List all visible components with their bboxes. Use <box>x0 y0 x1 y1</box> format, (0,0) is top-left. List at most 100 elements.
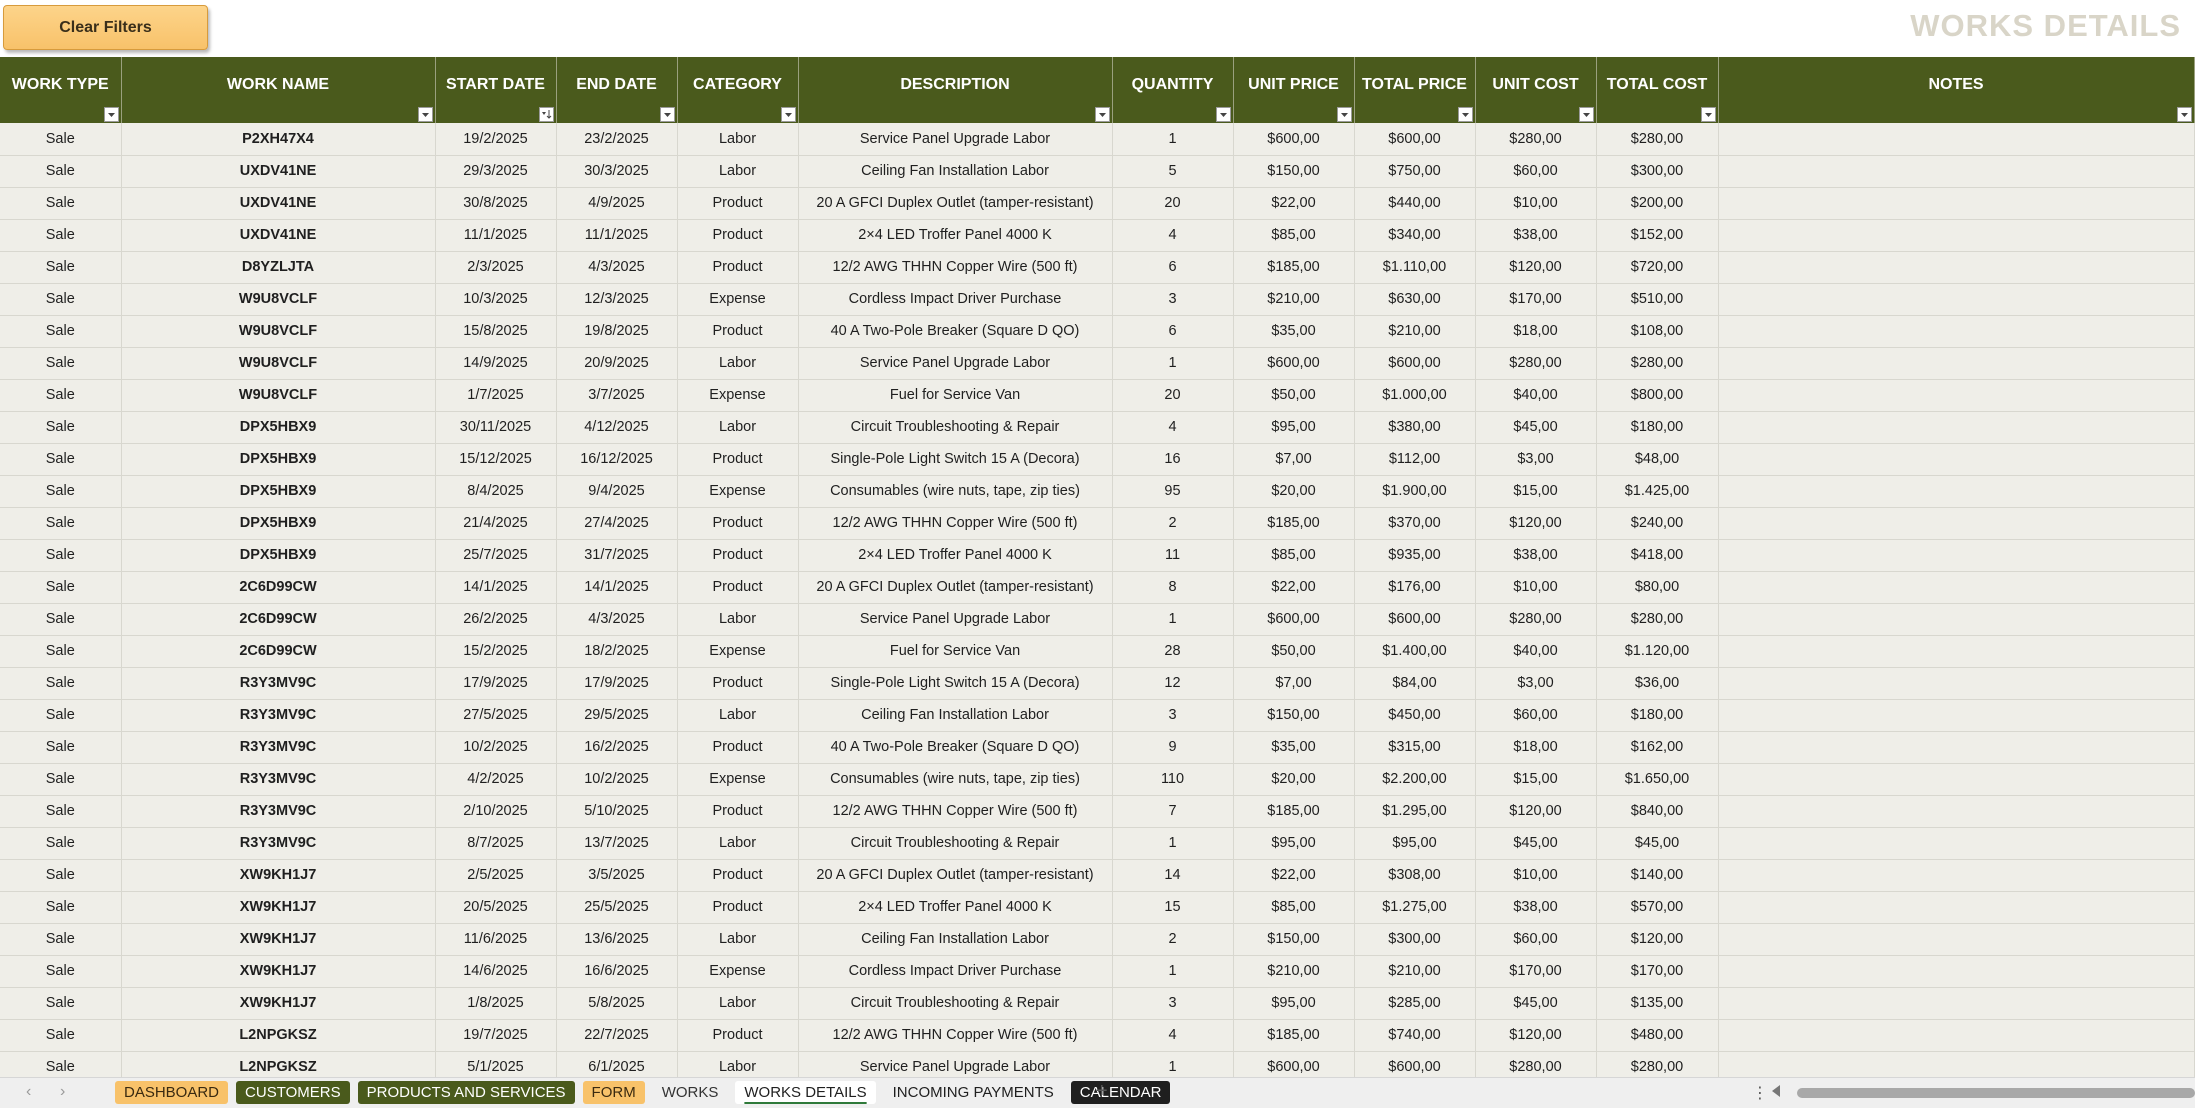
table-cell[interactable]: 20 A GFCI Duplex Outlet (tamper-resistan… <box>798 571 1113 604</box>
table-cell[interactable]: 18/2/2025 <box>556 635 678 668</box>
table-cell[interactable]: $315,00 <box>1354 731 1476 764</box>
filter-dropdown-icon[interactable] <box>1578 107 1594 122</box>
table-cell[interactable]: $60,00 <box>1475 923 1597 956</box>
filter-dropdown-icon[interactable] <box>417 107 433 122</box>
table-cell[interactable]: $176,00 <box>1354 571 1476 604</box>
table-cell[interactable]: 12/2 AWG THHN Copper Wire (500 ft) <box>798 795 1113 828</box>
table-cell[interactable] <box>1718 411 2195 444</box>
table-cell[interactable]: 26/2/2025 <box>435 603 557 636</box>
table-cell[interactable]: $200,00 <box>1596 187 1719 220</box>
table-cell[interactable]: $285,00 <box>1354 987 1476 1020</box>
table-cell[interactable]: 17/9/2025 <box>435 667 557 700</box>
table-cell[interactable]: $280,00 <box>1475 1051 1597 1077</box>
filter-dropdown-icon[interactable] <box>1215 107 1231 122</box>
filter-dropdown-icon[interactable] <box>1457 107 1473 122</box>
table-cell[interactable] <box>1718 891 2195 924</box>
table-cell[interactable]: 4/3/2025 <box>556 603 678 636</box>
filter-dropdown-icon[interactable] <box>780 107 796 122</box>
table-cell[interactable]: 11/6/2025 <box>435 923 557 956</box>
table-cell[interactable]: $180,00 <box>1596 411 1719 444</box>
table-cell[interactable]: $162,00 <box>1596 731 1719 764</box>
table-cell[interactable]: Product <box>677 1019 799 1052</box>
table-cell[interactable]: $3,00 <box>1475 667 1597 700</box>
table-cell[interactable]: 8/4/2025 <box>435 475 557 508</box>
table-cell[interactable]: UXDV41NE <box>121 187 436 220</box>
sheet-tab[interactable]: INCOMING PAYMENTS <box>884 1081 1063 1104</box>
table-cell[interactable]: $1.295,00 <box>1354 795 1476 828</box>
table-cell[interactable]: $35,00 <box>1233 315 1355 348</box>
table-cell[interactable]: Consumables (wire nuts, tape, zip ties) <box>798 763 1113 796</box>
table-cell[interactable]: Expense <box>677 475 799 508</box>
table-cell[interactable]: 21/4/2025 <box>435 507 557 540</box>
table-cell[interactable]: $150,00 <box>1233 155 1355 188</box>
chevron-right-icon[interactable]: › <box>60 1083 65 1101</box>
table-cell[interactable]: $150,00 <box>1233 699 1355 732</box>
table-cell[interactable]: $45,00 <box>1596 827 1719 860</box>
table-cell[interactable]: Circuit Troubleshooting & Repair <box>798 827 1113 860</box>
table-cell[interactable]: 9 <box>1112 731 1234 764</box>
table-cell[interactable]: R3Y3MV9C <box>121 763 436 796</box>
table-cell[interactable] <box>1718 987 2195 1020</box>
table-cell[interactable]: 20 <box>1112 187 1234 220</box>
table-cell[interactable]: 11 <box>1112 539 1234 572</box>
table-cell[interactable] <box>1718 699 2195 732</box>
table-cell[interactable]: Labor <box>677 827 799 860</box>
table-cell[interactable]: DPX5HBX9 <box>121 475 436 508</box>
sheet-tab[interactable]: CUSTOMERS <box>236 1081 350 1104</box>
table-cell[interactable]: $120,00 <box>1475 507 1597 540</box>
table-cell[interactable]: $600,00 <box>1233 1051 1355 1077</box>
table-cell[interactable]: 15/8/2025 <box>435 315 557 348</box>
table-cell[interactable]: R3Y3MV9C <box>121 731 436 764</box>
table-cell[interactable]: Labor <box>677 123 799 156</box>
table-cell[interactable]: Ceiling Fan Installation Labor <box>798 155 1113 188</box>
table-cell[interactable]: $418,00 <box>1596 539 1719 572</box>
table-cell[interactable]: Sale <box>0 827 122 860</box>
table-cell[interactable] <box>1718 795 2195 828</box>
table-cell[interactable]: 14/1/2025 <box>556 571 678 604</box>
table-cell[interactable]: 12/3/2025 <box>556 283 678 316</box>
table-cell[interactable]: 1 <box>1112 1051 1234 1077</box>
table-cell[interactable]: 23/2/2025 <box>556 123 678 156</box>
table-cell[interactable]: Sale <box>0 443 122 476</box>
table-cell[interactable]: L2NPGKSZ <box>121 1019 436 1052</box>
table-cell[interactable]: 1/7/2025 <box>435 379 557 412</box>
table-cell[interactable]: $48,00 <box>1596 443 1719 476</box>
table-cell[interactable] <box>1718 667 2195 700</box>
table-cell[interactable] <box>1718 315 2195 348</box>
table-cell[interactable]: Product <box>677 187 799 220</box>
table-cell[interactable]: Sale <box>0 1051 122 1077</box>
table-cell[interactable] <box>1718 379 2195 412</box>
table-cell[interactable]: Labor <box>677 699 799 732</box>
table-cell[interactable]: $10,00 <box>1475 187 1597 220</box>
table-cell[interactable]: $150,00 <box>1233 923 1355 956</box>
table-cell[interactable]: 10/2/2025 <box>556 763 678 796</box>
table-cell[interactable] <box>1718 955 2195 988</box>
table-cell[interactable]: Sale <box>0 571 122 604</box>
table-cell[interactable]: $120,00 <box>1475 1019 1597 1052</box>
table-cell[interactable]: 27/4/2025 <box>556 507 678 540</box>
table-cell[interactable]: 19/8/2025 <box>556 315 678 348</box>
table-cell[interactable]: 19/7/2025 <box>435 1019 557 1052</box>
table-cell[interactable]: Labor <box>677 1051 799 1077</box>
table-cell[interactable] <box>1718 539 2195 572</box>
table-cell[interactable]: 13/6/2025 <box>556 923 678 956</box>
table-cell[interactable]: 10/2/2025 <box>435 731 557 764</box>
table-cell[interactable]: $108,00 <box>1596 315 1719 348</box>
table-cell[interactable]: W9U8VCLF <box>121 379 436 412</box>
table-cell[interactable]: R3Y3MV9C <box>121 699 436 732</box>
table-cell[interactable]: DPX5HBX9 <box>121 443 436 476</box>
table-cell[interactable]: Product <box>677 539 799 572</box>
table-cell[interactable]: Product <box>677 219 799 252</box>
table-cell[interactable] <box>1718 827 2195 860</box>
table-cell[interactable]: 16 <box>1112 443 1234 476</box>
table-cell[interactable]: Sale <box>0 411 122 444</box>
table-cell[interactable]: 8/7/2025 <box>435 827 557 860</box>
table-cell[interactable]: $185,00 <box>1233 795 1355 828</box>
table-cell[interactable]: $20,00 <box>1233 475 1355 508</box>
table-cell[interactable]: 11/1/2025 <box>435 219 557 252</box>
table-cell[interactable]: $18,00 <box>1475 315 1597 348</box>
table-cell[interactable]: $280,00 <box>1596 123 1719 156</box>
sort-filter-icon[interactable] <box>538 107 554 122</box>
table-cell[interactable]: XW9KH1J7 <box>121 955 436 988</box>
table-cell[interactable]: Sale <box>0 507 122 540</box>
